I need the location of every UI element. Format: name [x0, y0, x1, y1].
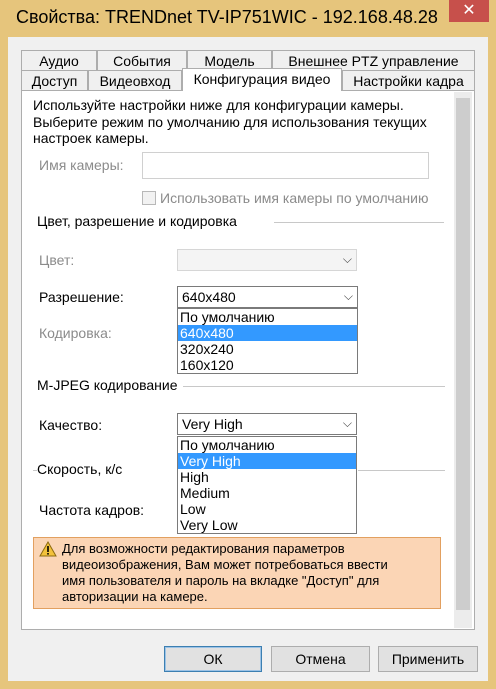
tab-access[interactable]: Доступ [21, 70, 88, 90]
quality-option-selected[interactable]: Very High [178, 453, 356, 469]
intro-line-1: Используйте настройки ниже для конфигура… [33, 97, 404, 113]
intro-line-2: Выберите режим по умолчанию для использо… [33, 114, 427, 130]
tab-frame-settings[interactable]: Настройки кадра [342, 70, 475, 90]
resolution-option[interactable]: 160x120 [178, 357, 357, 373]
cancel-button[interactable]: Отмена [271, 646, 370, 672]
section-speed-title: Скорость, к/с [37, 461, 123, 477]
quality-option[interactable]: По умолчанию [178, 437, 356, 453]
apply-button[interactable]: Применить [378, 646, 478, 672]
color-label: Цвет: [39, 252, 75, 268]
camera-name-label: Имя камеры: [39, 157, 124, 173]
tab-audio[interactable]: Аудио [21, 50, 97, 70]
chevron-down-icon: ⌵ [343, 289, 353, 303]
close-button[interactable]: ✕ [449, 0, 489, 22]
section-divider [183, 386, 445, 387]
title-bar[interactable]: Свойства: TRENDnet TV-IP751WIC - 192.168… [0, 0, 496, 36]
chevron-down-icon: ⌵ [342, 416, 352, 430]
quality-dropdown-list: По умолчанию Very High High Medium Low V… [177, 436, 357, 534]
tab-video-input[interactable]: Видеовход [88, 70, 182, 90]
quality-label: Качество: [39, 417, 103, 433]
resolution-option[interactable]: По умолчанию [178, 309, 357, 325]
warning-text: Для возможности редактирования параметро… [62, 541, 388, 604]
quality-option[interactable]: Very Low [178, 517, 356, 533]
chevron-down-icon: ⌵ [342, 252, 352, 266]
section-color-title: Цвет, разрешение и кодировка [37, 213, 237, 229]
encoding-label: Кодировка: [39, 325, 112, 341]
resolution-option-selected[interactable]: 640x480 [178, 325, 357, 341]
camera-name-input[interactable] [142, 152, 429, 179]
section-mjpeg-title: M-JPEG кодирование [37, 377, 178, 393]
quality-option[interactable]: Medium [178, 485, 356, 501]
quality-option[interactable]: High [178, 469, 356, 485]
section-divider [33, 470, 37, 471]
section-divider [274, 222, 444, 223]
ok-button[interactable]: ОК [164, 646, 262, 672]
framerate-label: Частота кадров: [39, 502, 145, 518]
default-name-checkbox[interactable] [142, 191, 156, 205]
scrollbar-thumb[interactable] [456, 98, 470, 610]
resolution-option[interactable]: 320x240 [178, 341, 357, 357]
tab-external-ptz[interactable]: Внешнее PTZ управление [272, 50, 475, 70]
window-title: Свойства: TRENDnet TV-IP751WIC - 192.168… [16, 7, 438, 27]
intro-line-3: настроек камеры. [33, 130, 149, 146]
close-icon: ✕ [462, 2, 476, 19]
quality-option[interactable]: Low [178, 501, 356, 517]
tab-video-config[interactable]: Конфигурация видео [182, 68, 342, 91]
resolution-dropdown-list: По умолчанию 640x480 320x240 160x120 [177, 308, 358, 374]
dialog-window: Свойства: TRENDnet TV-IP751WIC - 192.168… [0, 0, 496, 689]
tab-model[interactable]: Модель [187, 50, 272, 70]
resolution-select[interactable]: 640x480 ⌵ [177, 286, 358, 308]
quality-select[interactable]: Very High ⌵ [177, 413, 357, 435]
color-select[interactable]: ⌵ [177, 249, 357, 271]
warning-icon [39, 541, 57, 557]
tab-events[interactable]: События [97, 50, 187, 70]
default-name-checkbox-label: Использовать имя камеры по умолчанию [160, 190, 429, 206]
section-divider [358, 470, 445, 471]
warning-box: Для возможности редактирования параметро… [33, 537, 441, 609]
resolution-label: Разрешение: [39, 289, 124, 305]
